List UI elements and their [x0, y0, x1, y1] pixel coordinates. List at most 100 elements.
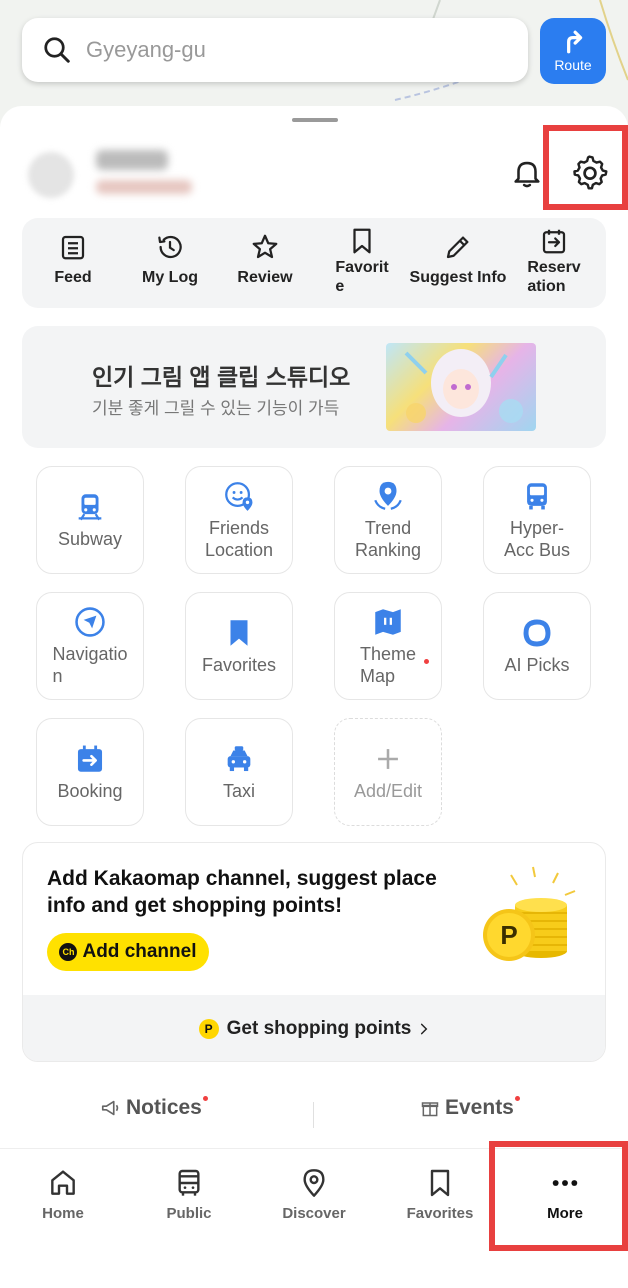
- quick-suggest-info[interactable]: Suggest Info: [407, 218, 509, 308]
- quick-reservation[interactable]: Reserv ation: [508, 218, 600, 308]
- tile-trend-ranking[interactable]: Trend Ranking: [334, 466, 442, 574]
- banner-title: 인기 그림 앱 클립 스튜디오: [92, 364, 351, 390]
- add-channel-label: Add channel: [82, 941, 197, 962]
- new-dot: [514, 1095, 520, 1101]
- quick-menu: Feed My Log Review Favorit e Suggest Inf…: [22, 218, 606, 308]
- new-dot: [202, 1095, 208, 1101]
- notice-event-links: Notices Events: [0, 1095, 628, 1136]
- navigation-icon: [75, 607, 105, 637]
- tile-friends-location[interactable]: Friends Location: [185, 466, 293, 574]
- plus-icon: [378, 749, 398, 769]
- promo-card: Add Kakaomap channel, suggest place info…: [22, 842, 606, 1062]
- bookmark-icon: [230, 620, 248, 646]
- get-shopping-points-link[interactable]: P Get shopping points: [23, 995, 605, 1061]
- ad-banner[interactable]: 인기 그림 앱 클립 스튜디오 기분 좋게 그릴 수 있는 기능이 가득: [22, 326, 606, 448]
- quick-my-log[interactable]: My Log: [124, 218, 216, 308]
- quick-label: Feed: [54, 269, 92, 286]
- tab-favorites[interactable]: Favorites: [377, 1167, 503, 1222]
- tile-subway[interactable]: Subway: [36, 466, 144, 574]
- tile-label: Favorites: [201, 655, 277, 675]
- booking-icon: [77, 745, 103, 772]
- notices-link[interactable]: Notices: [100, 1095, 208, 1120]
- settings-highlight-box: [543, 125, 628, 210]
- tab-discover[interactable]: Discover: [251, 1167, 377, 1222]
- chevron-right-icon: [421, 1023, 428, 1035]
- profile-header[interactable]: [28, 140, 208, 210]
- search-icon: [44, 37, 70, 63]
- notification-bell-icon[interactable]: [510, 156, 544, 190]
- tab-public[interactable]: Public: [126, 1167, 252, 1222]
- tile-label: Hyper- Acc Bus: [503, 518, 571, 560]
- tab-label: Home: [42, 1205, 84, 1222]
- map-icon: [375, 609, 401, 635]
- route-label: Route: [554, 57, 592, 73]
- tile-hyper-acc-bus[interactable]: Hyper- Acc Bus: [483, 466, 591, 574]
- banner-subtitle: 기분 좋게 그릴 수 있는 기능이 가득: [92, 399, 340, 418]
- tile-taxi[interactable]: Taxi: [185, 718, 293, 826]
- tile-label: Add/Edit: [353, 781, 423, 801]
- shopping-points-label: Get shopping points: [226, 1018, 412, 1039]
- tile-label: Taxi: [222, 781, 255, 801]
- events-link[interactable]: Events: [420, 1095, 520, 1120]
- coins-illustration: P: [483, 866, 576, 961]
- add-channel-button[interactable]: Ch Add channel: [47, 933, 209, 971]
- tile-navigation[interactable]: Navigatio n: [36, 592, 144, 700]
- star-icon: [252, 234, 278, 259]
- tile-label: AI Picks: [504, 655, 570, 675]
- home-icon: [51, 1170, 75, 1195]
- channel-icon: Ch: [59, 943, 78, 961]
- quick-label: Suggest Info: [409, 269, 507, 286]
- taxi-icon: [227, 746, 251, 772]
- location-pin-icon: [303, 1169, 325, 1197]
- tile-add-edit[interactable]: Add/Edit: [334, 718, 442, 826]
- subway-icon: [78, 494, 102, 521]
- points-badge-icon: P: [198, 1019, 219, 1039]
- avatar: [28, 152, 74, 198]
- bus-icon: [178, 1169, 200, 1196]
- divider: [313, 1102, 314, 1128]
- quick-favorite[interactable]: Favorit e: [316, 218, 408, 308]
- anime-illustration: [404, 349, 523, 423]
- calendar-arrow-icon: [542, 229, 566, 254]
- tile-label: Theme Map: [359, 644, 417, 686]
- ai-picks-icon: [523, 619, 551, 647]
- quick-review[interactable]: Review: [219, 218, 311, 308]
- tile-theme-map[interactable]: Theme Map: [334, 592, 442, 700]
- bus-icon: [527, 483, 547, 510]
- tab-label: Public: [166, 1205, 212, 1222]
- tile-ai-picks[interactable]: AI Picks: [483, 592, 591, 700]
- sheet-handle[interactable]: [292, 118, 338, 122]
- new-dot: [424, 659, 429, 664]
- trend-pin-icon: [374, 481, 402, 510]
- quick-feed[interactable]: Feed: [27, 218, 119, 308]
- tab-home[interactable]: Home: [0, 1167, 126, 1222]
- tab-label: Discover: [282, 1205, 346, 1222]
- notices-label: Notices: [126, 1096, 202, 1119]
- history-icon: [158, 235, 182, 259]
- gift-icon: [421, 1102, 439, 1117]
- tile-label: Booking: [57, 781, 123, 801]
- bookmark-icon: [353, 228, 371, 254]
- tab-label: Favorites: [406, 1205, 474, 1222]
- tile-favorites[interactable]: Favorites: [185, 592, 293, 700]
- friends-location-icon: [225, 482, 253, 511]
- bookmark-icon: [430, 1169, 450, 1197]
- tile-label: Navigatio n: [52, 644, 128, 686]
- tile-label: Subway: [57, 529, 123, 549]
- tile-label: Friends Location: [204, 518, 274, 560]
- banner-illustration: [386, 343, 536, 431]
- megaphone-icon: [101, 1100, 119, 1116]
- turn-arrow-icon: [567, 30, 583, 54]
- search-input[interactable]: Gyeyang-gu: [86, 37, 206, 63]
- quick-label: Reserv ation: [527, 259, 581, 295]
- route-button[interactable]: Route: [540, 18, 606, 84]
- quick-label: My Log: [142, 269, 198, 286]
- tile-booking[interactable]: Booking: [36, 718, 144, 826]
- coin-letter: P: [500, 920, 517, 950]
- tile-label: Trend Ranking: [354, 518, 422, 560]
- events-label: Events: [445, 1096, 514, 1119]
- more-tab-highlight-box: [489, 1141, 628, 1251]
- profile-name-blurred: [96, 150, 168, 170]
- pencil-icon: [446, 236, 469, 259]
- search-bar[interactable]: Gyeyang-gu: [22, 18, 528, 82]
